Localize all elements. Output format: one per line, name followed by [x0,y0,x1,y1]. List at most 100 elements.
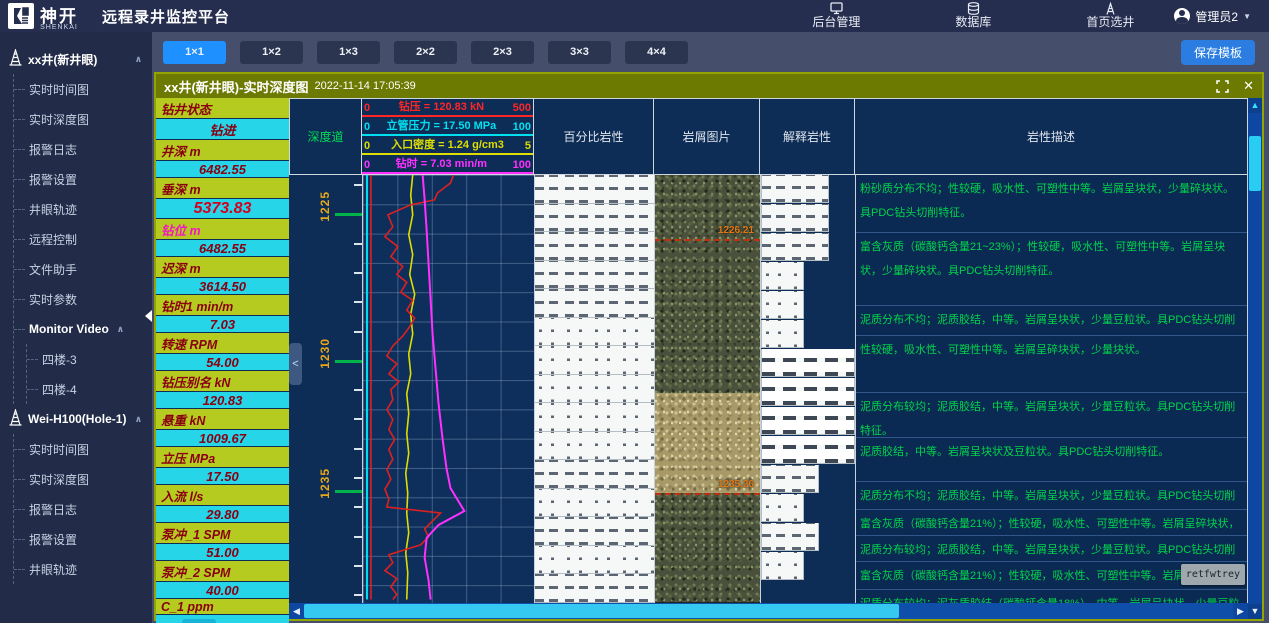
scroll-left-icon[interactable]: ◀ [289,603,304,619]
sidebar-item-远程控制[interactable]: 远程控制 [14,224,152,254]
litho-pattern-row [535,403,654,432]
panel-timestamp: 2022-11-14 17:05:39 [314,80,415,92]
layout-button-2×2[interactable]: 2×2 [394,41,457,64]
sidebar-item-实时深度图[interactable]: 实时深度图 [14,104,152,134]
description-row: 富含灰质（碳酸钙含量21%）；性较硬，吸水性、可塑性中等。岩屑呈碎块状，少量块状… [856,510,1247,536]
cuttings-photo-track: 1226.211235.26 [654,175,760,603]
close-icon[interactable]: ✕ [1243,78,1254,94]
interp-row [761,204,855,233]
chart-header: 深度道0钻压 = 120.83 kN5000立管压力 = 17.50 MPa10… [289,98,1248,175]
layout-button-1×2[interactable]: 1×2 [240,41,303,64]
sidebar-item-报警日志[interactable]: 报警日志 [14,494,152,524]
nav-item-label: 数据库 [955,16,991,29]
scroll-down-icon[interactable]: ▼ [1248,604,1262,619]
well-node-0[interactable]: xx井(新井眼)∧ [0,44,152,74]
collapse-caret-icon[interactable]: ∧ [117,324,124,335]
depth-tick [335,213,362,216]
sidebar-item-实时参数[interactable]: 实时参数 [14,284,152,314]
param-collapse-handle[interactable]: < [289,343,302,385]
user-name: 管理员2 [1195,8,1238,25]
litho-pattern-row [535,574,654,603]
horizontal-scrollbar[interactable]: ◀ ▶ [289,603,1248,619]
sidebar-item-报警日志[interactable]: 报警日志 [14,134,152,164]
sidebar-item-文件助手[interactable]: 文件助手 [14,254,152,284]
curve-max: 500 [513,102,531,114]
interp-cell [761,349,855,377]
param-value: 5373.83 [156,199,289,218]
sidebar-item-四楼-4[interactable]: 四楼-4 [27,374,152,404]
sidebar-item-实时时间图[interactable]: 实时时间图 [14,434,152,464]
curve-min: 0 [364,121,370,133]
horizontal-scroll-thumb[interactable] [304,604,899,618]
photo-depth-label: 1235.26 [718,479,754,490]
sidebar-item-报警设置[interactable]: 报警设置 [14,164,152,194]
vertical-scroll-thumb[interactable] [1249,136,1261,191]
main-area: 1×11×21×32×22×33×34×4 保存模板 xx井(新井眼)-实时深度… [152,32,1269,623]
param-value: 17.50 [156,468,289,484]
description-text: 富含灰质（碳酸钙含量21~23%）；性较硬，吸水性、可塑性中等。岩屑呈块状，少量… [860,241,1225,277]
depth-tick [335,490,362,493]
curve-label: 入口密度 = 1.24 g/cm3 [391,136,504,152]
depth-tick [335,360,362,363]
param-value: 29.80 [156,506,289,522]
nav-item-数据库[interactable]: 数据库 [955,2,991,29]
curves-track [362,175,534,603]
layout-button-1×3[interactable]: 1×3 [317,41,380,64]
scroll-right-icon[interactable]: ▶ [1233,603,1248,619]
interp-row [761,465,855,494]
brand-logo: 神开 SHENKAI [0,2,88,31]
derrick-icon [8,49,23,69]
derrick-icon [8,409,23,429]
param-label: 泵冲_1 SPM [156,523,289,544]
sidebar-item-label: 实时深度图 [29,471,89,488]
well-children: 实时时间图实时深度图报警日志报警设置井眼轨迹 [13,434,152,584]
panel-body: 钻井状态钻进井深 m6482.55垂深 m5373.83钻位 m6482.55迟… [156,98,1262,619]
sidebar-collapse-handle[interactable] [145,310,152,322]
layout-button-3×3[interactable]: 3×3 [548,41,611,64]
fullscreen-icon[interactable] [1216,80,1229,93]
interp-row [761,407,855,436]
collapse-caret-icon[interactable]: ∧ [135,54,152,65]
user-menu[interactable]: 管理员2 ▼ [1174,8,1269,25]
layout-button-1×1[interactable]: 1×1 [163,41,226,64]
sidebar-item-报警设置[interactable]: 报警设置 [14,524,152,554]
interp-row [761,436,855,465]
interpreted-lithology-track [760,175,855,603]
param-label: 泵冲_2 SPM [156,561,289,582]
param-cell: C_1 ppm---▽ [156,599,289,623]
sidebar-item-实时深度图[interactable]: 实时深度图 [14,464,152,494]
vertical-scrollbar[interactable]: ▲ ▼ [1248,98,1262,619]
sidebar-item-label: 井眼轨迹 [29,201,77,218]
curve-legend: 0钻压 = 120.83 kN5000立管压力 = 17.50 MPa1000入… [362,98,534,175]
layout-button-2×3[interactable]: 2×3 [471,41,534,64]
param-label: 钻位 m [156,219,289,240]
param-dropdown-button[interactable]: ▽ [182,619,216,623]
scroll-up-icon[interactable]: ▲ [1248,98,1262,113]
litho-pattern-row [535,289,654,318]
sidebar-item-井眼轨迹[interactable]: 井眼轨迹 [14,554,152,584]
well-node-1[interactable]: Wei-H100(Hole-1)∧ [0,404,152,434]
save-template-button[interactable]: 保存模板 [1181,40,1255,65]
description-row: 富含灰质（碳酸钙含量21~23%）；性较硬，吸水性、可塑性中等。岩屑呈块状，少量… [856,233,1247,306]
collapse-caret-icon[interactable]: ∧ [135,414,152,425]
sidebar-item-monitor-video[interactable]: Monitor Video∧ [14,314,152,344]
nav-item-首页选井[interactable]: 首页选井 [1086,2,1134,29]
database-icon [966,2,981,15]
param-cell: 井深 m6482.55 [156,140,289,178]
description-row: 富含灰质（碳酸钙含量21%）；性较硬，吸水性、可塑性中等。岩屑呈碎块状，少量块状… [856,562,1247,590]
interp-cell [761,233,829,261]
column-header-百分比岩性: 百分比岩性 [534,98,654,175]
chevron-down-icon: ▼ [1243,12,1251,21]
param-value: 1009.67 [156,430,289,446]
cuttings-photo [655,393,760,493]
description-text: 粉砂质分布不均；性较硬，吸水性、可塑性中等。岩屑呈块状，少量碎块状。具PDC钻头… [860,183,1234,219]
layout-button-4×4[interactable]: 4×4 [625,41,688,64]
sidebar-item-实时时间图[interactable]: 实时时间图 [14,74,152,104]
description-text: 泥质分布不均；泥质胶结，中等。岩屑呈块状，少量豆粒状。具PDC钻头切削特征。 [860,314,1235,336]
nav-item-后台管理[interactable]: 后台管理 [812,2,860,29]
depth-tick-label: 1235 [318,468,332,499]
interp-row [761,262,855,291]
sidebar-item-井眼轨迹[interactable]: 井眼轨迹 [14,194,152,224]
sidebar-item-四楼-3[interactable]: 四楼-3 [27,344,152,374]
param-value: 7.03 [156,316,289,332]
